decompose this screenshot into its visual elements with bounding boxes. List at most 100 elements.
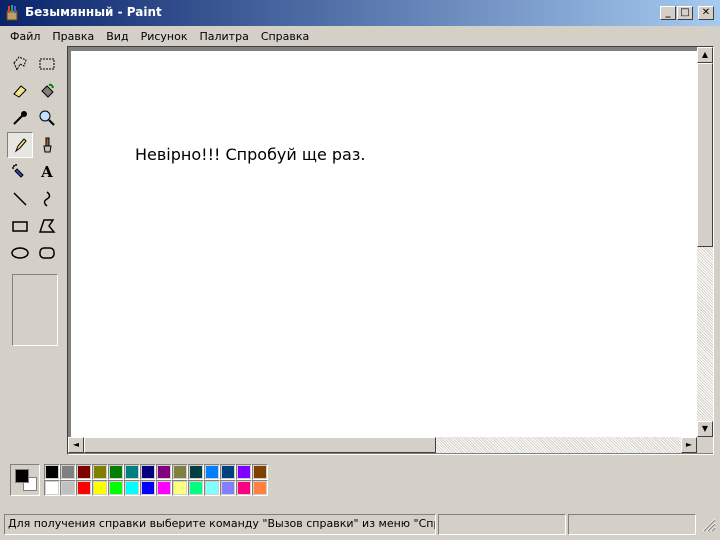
tool-airbrush[interactable]: [7, 159, 33, 185]
palette-swatch[interactable]: [252, 480, 268, 496]
line-icon: [13, 192, 27, 206]
scroll-up-button[interactable]: ▲: [697, 47, 713, 63]
horizontal-scrollbar[interactable]: ◄ ►: [68, 437, 697, 453]
paint-app-icon[interactable]: [4, 5, 20, 21]
swatch-color: [205, 465, 219, 479]
palette-swatch[interactable]: [60, 480, 76, 496]
foreground-color-swatch: [15, 469, 29, 483]
menu-help[interactable]: Справка: [255, 30, 315, 43]
current-colors: [10, 464, 40, 496]
palette-swatch[interactable]: [188, 464, 204, 480]
tool-options-box[interactable]: [12, 274, 58, 346]
palette-swatch[interactable]: [172, 480, 188, 496]
menu-bar: Файл Правка Вид Рисунок Палитра Справка: [0, 26, 720, 46]
paint-window: Безымянный - Paint _ □ ✕ Файл Правка Вид…: [0, 0, 720, 540]
palette-swatch[interactable]: [124, 464, 140, 480]
palette-swatch[interactable]: [108, 464, 124, 480]
tool-rounded-rect[interactable]: [34, 240, 60, 266]
palette-swatch[interactable]: [108, 480, 124, 496]
palette-swatch[interactable]: [140, 480, 156, 496]
tool-rectangle[interactable]: [7, 213, 33, 239]
palette-swatch[interactable]: [204, 480, 220, 496]
palette-swatch[interactable]: [76, 464, 92, 480]
palette-swatch[interactable]: [204, 464, 220, 480]
tool-pencil[interactable]: [7, 132, 33, 158]
swatch-color: [173, 465, 187, 479]
window-title: Безымянный - Paint: [25, 5, 162, 19]
canvas-frame: Невірно!!! Спробуй ще раз. ▲ ▼ ◄ ►: [67, 46, 714, 455]
swatch-color: [61, 465, 75, 479]
tool-curve[interactable]: [34, 186, 60, 212]
palette-swatch[interactable]: [44, 480, 60, 496]
title-bar[interactable]: Безымянный - Paint _ □ ✕: [0, 0, 720, 26]
menu-image[interactable]: Рисунок: [135, 30, 194, 43]
palette-swatch[interactable]: [92, 480, 108, 496]
rectangle-icon: [12, 221, 28, 232]
status-bar: Для получения справки выберите команду "…: [2, 512, 718, 536]
palette-swatch[interactable]: [76, 480, 92, 496]
palette-swatch[interactable]: [60, 464, 76, 480]
menu-view[interactable]: Вид: [100, 30, 134, 43]
status-message: Для получения справки выберите команду "…: [4, 514, 436, 535]
tool-free-select[interactable]: [7, 51, 33, 77]
pencil-icon: [14, 138, 27, 153]
palette-swatch[interactable]: [156, 464, 172, 480]
color-palette: [4, 458, 718, 508]
minimize-button[interactable]: _: [660, 6, 676, 20]
palette-swatches: [44, 464, 268, 496]
drawing-canvas[interactable]: Невірно!!! Спробуй ще раз.: [71, 51, 697, 437]
color-picker-icon: [13, 111, 27, 125]
vertical-scrollbar[interactable]: ▲ ▼: [697, 47, 713, 437]
tool-magnifier[interactable]: [34, 105, 60, 131]
maximize-button[interactable]: □: [677, 6, 693, 20]
tool-polygon[interactable]: [34, 213, 60, 239]
scroll-down-button[interactable]: ▼: [697, 421, 713, 437]
text-icon: A: [41, 163, 53, 181]
swatch-color: [45, 481, 59, 495]
status-selection-size: [568, 514, 696, 535]
tool-line[interactable]: [7, 186, 33, 212]
swatch-color: [189, 481, 203, 495]
palette-swatch[interactable]: [220, 480, 236, 496]
ellipse-icon: [11, 247, 29, 259]
palette-swatch[interactable]: [92, 464, 108, 480]
palette-swatch[interactable]: [252, 464, 268, 480]
palette-swatch[interactable]: [236, 480, 252, 496]
palette-swatch[interactable]: [220, 464, 236, 480]
horizontal-scroll-thumb[interactable]: [84, 437, 436, 453]
polygon-icon: [38, 219, 56, 233]
tool-brush[interactable]: [34, 132, 60, 158]
swatch-color: [205, 481, 219, 495]
free-select-icon: [13, 56, 27, 72]
swatch-color: [189, 465, 203, 479]
palette-swatch[interactable]: [44, 464, 60, 480]
tool-rect-select[interactable]: [34, 51, 60, 77]
resize-grip-icon[interactable]: [702, 518, 716, 532]
swatch-color: [45, 465, 59, 479]
swatch-color: [77, 465, 91, 479]
palette-swatch[interactable]: [156, 480, 172, 496]
magnifier-icon: [39, 110, 55, 126]
swatch-color: [125, 465, 139, 479]
close-button[interactable]: ✕: [698, 6, 714, 20]
palette-swatch[interactable]: [172, 464, 188, 480]
menu-edit[interactable]: Правка: [46, 30, 100, 43]
scroll-corner: [697, 437, 713, 453]
scroll-right-button[interactable]: ►: [681, 437, 697, 453]
palette-swatch[interactable]: [140, 464, 156, 480]
vertical-scroll-thumb[interactable]: [697, 63, 713, 247]
rect-select-icon: [39, 58, 55, 70]
canvas-text: Невірно!!! Спробуй ще раз.: [135, 145, 366, 164]
tool-grid: A: [7, 51, 61, 267]
palette-swatch[interactable]: [188, 480, 204, 496]
tool-color-picker[interactable]: [7, 105, 33, 131]
tool-eraser[interactable]: [7, 78, 33, 104]
palette-swatch[interactable]: [236, 464, 252, 480]
menu-palette[interactable]: Палитра: [193, 30, 254, 43]
palette-swatch[interactable]: [124, 480, 140, 496]
tool-ellipse[interactable]: [7, 240, 33, 266]
tool-fill[interactable]: [34, 78, 60, 104]
tool-text[interactable]: A: [34, 159, 60, 185]
scroll-left-button[interactable]: ◄: [68, 437, 84, 453]
menu-file[interactable]: Файл: [4, 30, 46, 43]
